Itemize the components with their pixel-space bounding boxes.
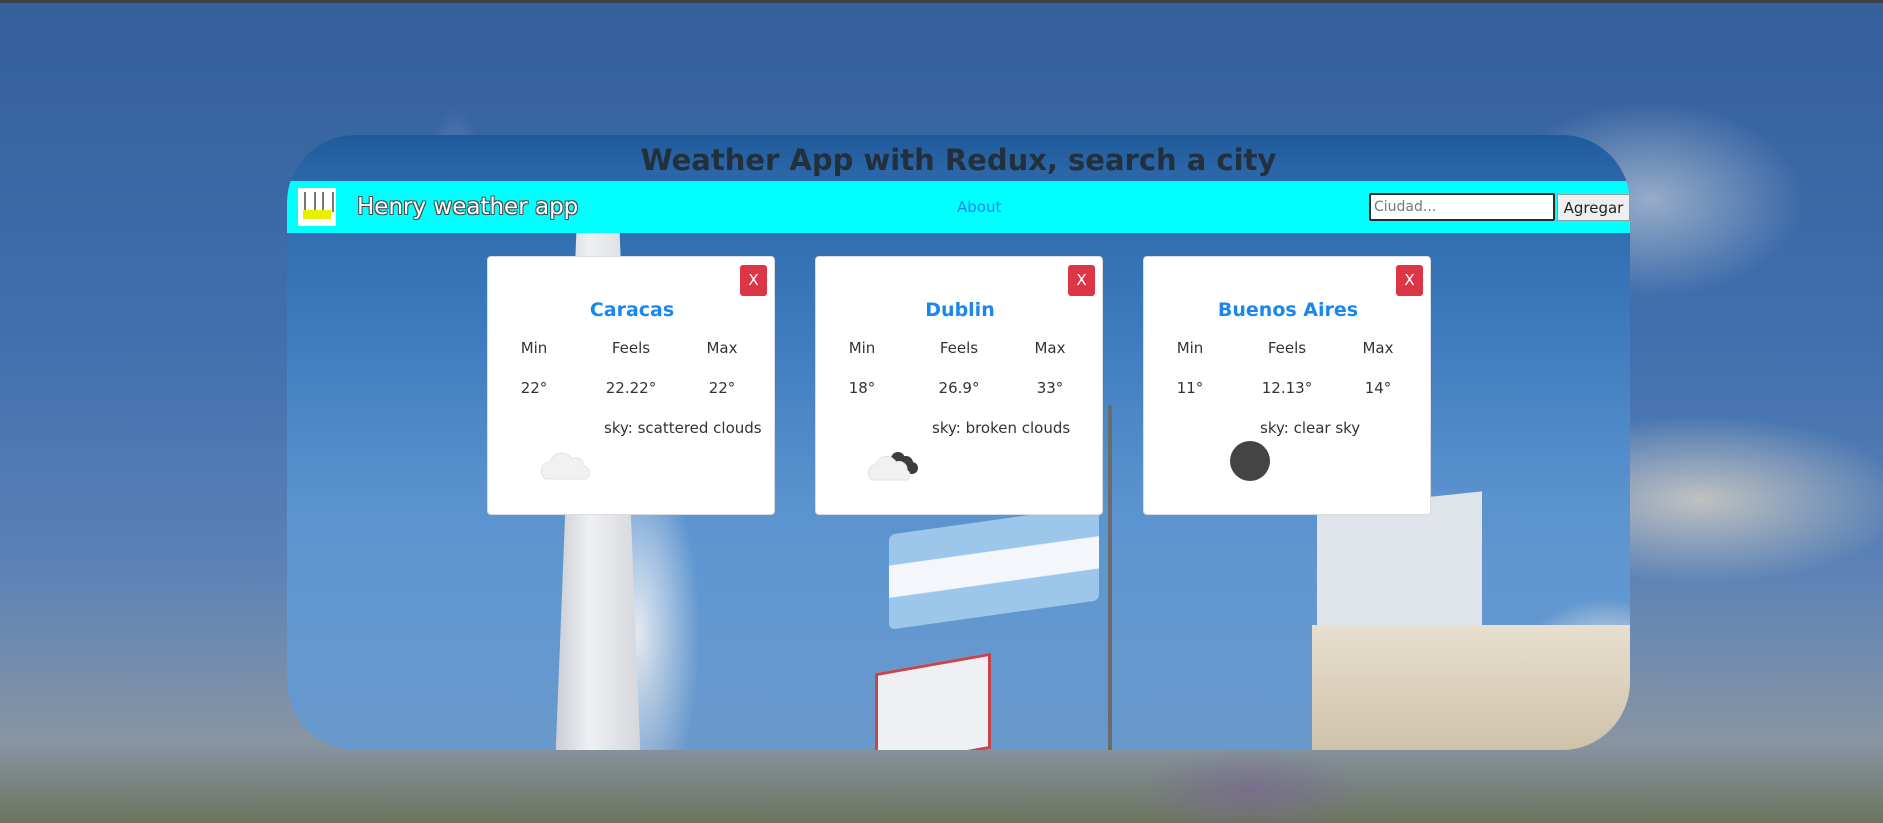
max-temp: 22°: [708, 379, 736, 397]
close-card-button[interactable]: X: [740, 265, 767, 296]
feels-label: Feels: [1267, 339, 1307, 357]
close-card-button[interactable]: X: [1396, 265, 1423, 296]
city-name-link[interactable]: Buenos Aires: [1144, 299, 1432, 321]
city-card-dublin: X Dublin Min Feels Max 18° 26.9° 33° sky…: [815, 256, 1103, 515]
min-label: Min: [520, 339, 548, 357]
add-city-button[interactable]: Agregar: [1557, 194, 1630, 221]
feels-temp: 12.13°: [1261, 379, 1313, 397]
min-temp: 18°: [848, 379, 876, 397]
max-label: Max: [1362, 339, 1394, 357]
background-flagpole: [1108, 405, 1112, 750]
app-logo-icon[interactable]: [298, 188, 336, 226]
close-card-button[interactable]: X: [1068, 265, 1095, 296]
navbar: Henry weather app About Agregar: [287, 181, 1630, 233]
city-card-caracas: X Caracas Min Feels Max 22° 22.22° 22° s…: [487, 256, 775, 515]
min-temp: 22°: [520, 379, 548, 397]
brand-name: Henry weather app: [357, 194, 579, 220]
min-label: Min: [1176, 339, 1204, 357]
feels-label: Feels: [939, 339, 979, 357]
min-temp: 11°: [1176, 379, 1204, 397]
max-temp: 14°: [1364, 379, 1392, 397]
background-billboard: [875, 652, 991, 750]
city-search-input[interactable]: [1369, 193, 1555, 221]
scattered-clouds-icon: [540, 452, 591, 480]
feels-label: Feels: [611, 339, 651, 357]
city-name-link[interactable]: Caracas: [488, 299, 776, 321]
sky-description: sky: scattered clouds: [604, 419, 762, 437]
background-building: [1312, 625, 1630, 750]
background-flag: [889, 505, 1099, 630]
sky-description: sky: clear sky: [1260, 419, 1361, 437]
logo-lines: [304, 192, 334, 212]
page-title: Weather App with Redux, search a city: [640, 143, 1277, 177]
feels-temp: 26.9°: [938, 379, 980, 397]
min-label: Min: [848, 339, 876, 357]
sky-description: sky: broken clouds: [932, 419, 1071, 437]
logo-highlight: [303, 210, 331, 219]
city-card-buenos-aires: X Buenos Aires Min Feels Max 11° 12.13° …: [1143, 256, 1431, 515]
feels-temp: 22.22°: [605, 379, 657, 397]
city-name-link[interactable]: Dublin: [816, 299, 1104, 321]
app-container: Weather App with Redux, search a city He…: [287, 135, 1630, 750]
broken-clouds-icon: [868, 452, 918, 481]
max-label: Max: [706, 339, 738, 357]
max-temp: 33°: [1036, 379, 1064, 397]
max-label: Max: [1034, 339, 1066, 357]
clear-sky-icon: [1230, 441, 1270, 481]
window-top-edge: [0, 0, 1883, 3]
about-link[interactable]: About: [957, 181, 1001, 233]
